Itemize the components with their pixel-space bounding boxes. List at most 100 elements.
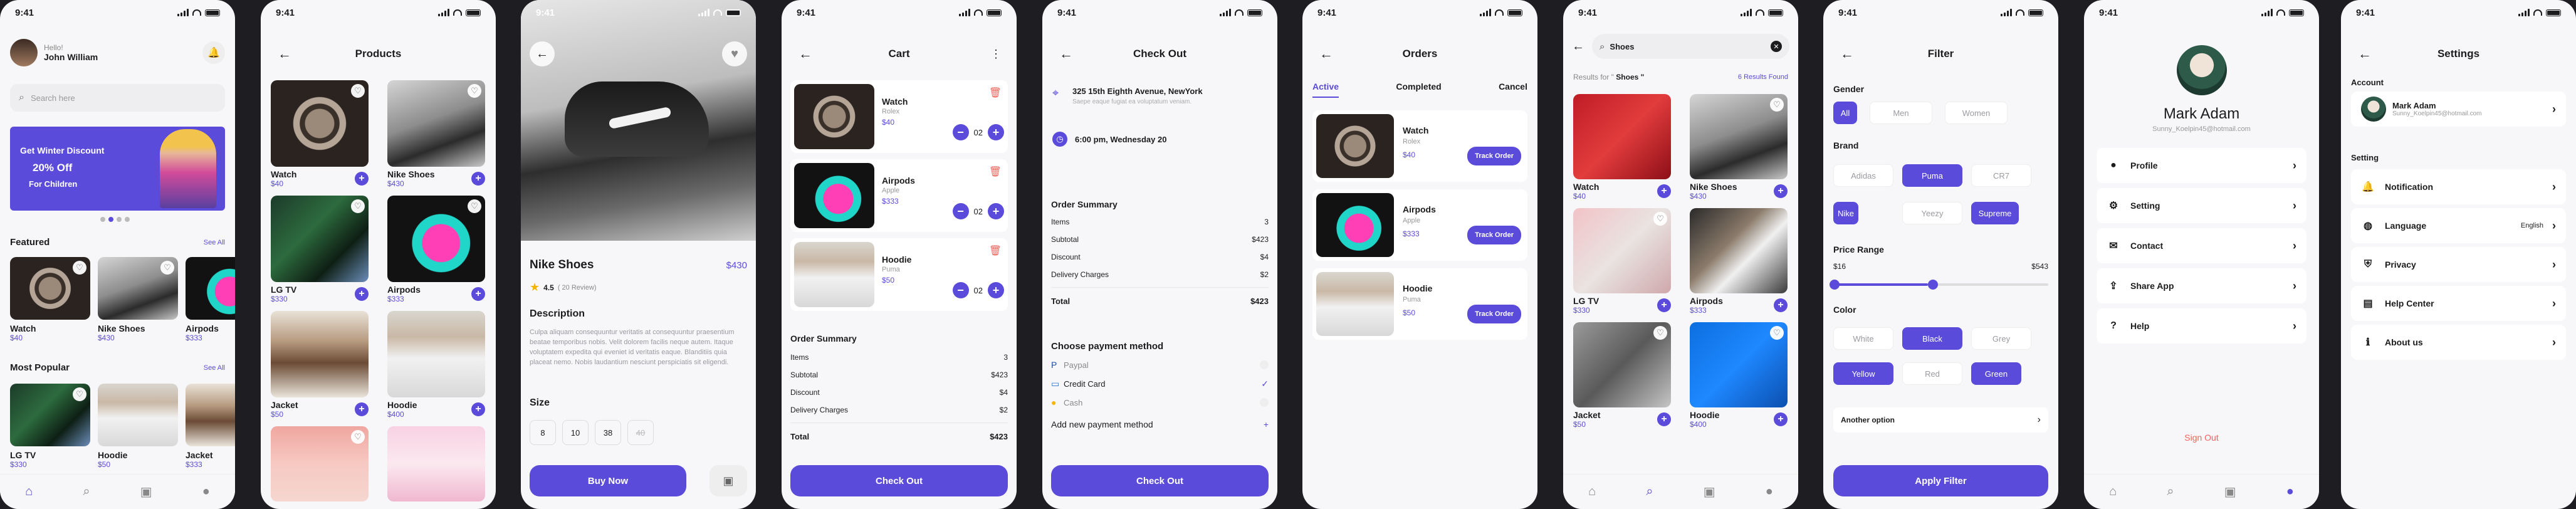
tab-completed[interactable]: Completed [1396,81,1441,100]
radio-unchecked[interactable] [1260,398,1269,407]
heart-icon[interactable]: ♡ [351,199,365,213]
menu-help[interactable]: ? Help › [2097,308,2306,344]
back-arrow-icon[interactable]: ← [1055,43,1077,65]
search-bar[interactable]: ⌕ Shoes ✕ [1592,34,1789,59]
back-arrow-icon[interactable]: ← [2353,43,2376,65]
track-order-button[interactable]: Track Order [1467,147,1521,165]
user-icon[interactable]: ● [2286,485,2294,499]
add-to-cart-button[interactable]: + [1774,184,1788,198]
gender-option[interactable]: All [1833,102,1857,124]
cart-item[interactable]: Hoodie Puma $50 🗑 − 02 + [790,238,1008,311]
setting-notification[interactable]: 🔔 Notification › [2351,169,2566,204]
color-option[interactable]: White [1833,327,1893,350]
back-arrow-icon[interactable]: ← [1836,43,1858,65]
back-arrow-icon[interactable]: ← [530,41,555,66]
search-icon[interactable]: ⌕ [1646,485,1653,499]
user-icon[interactable]: ● [202,485,210,499]
heart-icon[interactable]: ♡ [1770,98,1784,112]
promo-banner[interactable]: Get Winter Discount 20% Off For Children [10,127,225,211]
search-input[interactable]: Shoes [1610,42,1634,51]
product-card[interactable]: ♡ Jacket $50 + [1573,322,1671,429]
search-icon[interactable]: ⌕ [83,485,90,499]
brand-option[interactable]: CR7 [1971,164,2031,187]
add-to-cart-button[interactable]: + [355,172,369,186]
decrease-qty-button[interactable]: − [952,124,969,140]
brand-option[interactable]: Adidas [1833,164,1893,187]
color-option[interactable]: Black [1902,327,1962,350]
buy-now-button[interactable]: Buy Now [530,465,686,496]
popular-card[interactable]: ♡ LG TV $330 [10,384,90,469]
bag-icon[interactable]: ▣ [1704,484,1715,500]
back-arrow-icon[interactable]: ← [1572,39,1588,54]
add-to-cart-button[interactable]: + [1774,298,1788,312]
featured-card[interactable]: ♡ Nike Shoes $430 [98,257,178,342]
checkout-button[interactable]: Check Out [1051,465,1269,496]
setting-about-us[interactable]: ℹ About us › [2351,325,2566,360]
trash-icon[interactable]: 🗑 [989,165,1002,178]
search-icon[interactable]: ⌕ [2167,485,2174,499]
setting-help-center[interactable]: ▤ Help Center › [2351,286,2566,321]
order-item[interactable]: Airpods Apple $333 Track Order [1312,189,1527,261]
featured-card[interactable]: ♡ Watch $40 [10,257,90,342]
heart-icon[interactable]: ♡ [351,84,365,98]
setting-privacy[interactable]: ⛨ Privacy › [2351,247,2566,282]
brand-option[interactable]: Nike [1833,202,1858,224]
radio-unchecked[interactable] [1260,360,1269,369]
search-bar[interactable]: ⌕ Search here [10,84,225,112]
check-icon[interactable]: ✓ [1261,379,1269,389]
increase-qty-button[interactable]: + [988,282,1004,298]
home-icon[interactable]: ⌂ [25,485,33,499]
gender-option[interactable]: Women [1945,102,2008,124]
add-to-cart-button[interactable]: + [1657,184,1671,198]
checkout-button[interactable]: Check Out [790,465,1008,496]
heart-icon[interactable]: ♡ [73,387,86,401]
heart-icon[interactable]: ♡ [468,84,481,98]
add-to-cart-button[interactable]: + [1774,412,1788,426]
trash-icon[interactable]: 🗑 [989,244,1002,257]
cart-item[interactable]: Airpods Apple $333 🗑 − 02 + [790,159,1008,232]
favorite-heart-icon[interactable]: ♥ [722,41,747,66]
slider-min-handle[interactable] [1830,280,1840,290]
track-order-button[interactable]: Track Order [1467,226,1521,244]
product-card[interactable]: ♡ LG TV $330 + [1573,208,1671,315]
cart-bag-button[interactable]: ▣ [709,465,747,496]
bag-icon[interactable]: ▣ [2224,484,2236,500]
menu-contact[interactable]: ✉ Contact › [2097,228,2306,263]
add-to-cart-button[interactable]: + [355,402,369,416]
tab-cancel[interactable]: Cancel [1499,81,1527,100]
product-card[interactable]: ♡ LG TV $330 + [271,196,369,303]
heart-icon[interactable]: ♡ [1653,326,1667,340]
product-card[interactable]: ♡ Hoodie $400 + [1690,322,1788,429]
heart-icon[interactable]: ♡ [1770,326,1784,340]
menu-share-app[interactable]: ⇪ Share App › [2097,268,2306,303]
track-order-button[interactable]: Track Order [1467,305,1521,323]
size-option-unavailable[interactable]: 40 [627,420,654,445]
trash-icon[interactable]: 🗑 [989,87,1002,99]
increase-qty-button[interactable]: + [988,124,1004,140]
product-card[interactable]: Watch $40 + [1573,94,1671,201]
size-option[interactable]: 8 [530,420,556,445]
popular-card[interactable]: Jacket $333 [186,384,235,469]
heart-icon[interactable]: ♡ [160,261,174,275]
payment-option[interactable]: ● Cash [1051,393,1269,412]
featured-card[interactable]: Airpods $333 [186,257,235,342]
price-range-slider[interactable] [1830,280,2048,290]
another-option-row[interactable]: Another option › [1833,407,2048,433]
heart-icon[interactable]: ♡ [468,199,481,213]
back-arrow-icon[interactable]: ← [273,43,296,65]
setting-language[interactable]: ◍ Language English › [2351,208,2566,243]
back-arrow-icon[interactable]: ← [1315,43,1338,65]
add-to-cart-button[interactable]: + [471,287,485,301]
product-card[interactable]: ♡ Airpods $333 + [387,196,485,303]
brand-option[interactable]: Supreme [1971,202,2019,224]
product-card[interactable]: Airpods $333 + [1690,208,1788,315]
heart-icon[interactable]: ♡ [1653,212,1667,226]
product-card[interactable]: ♡ Nike Shoes $430 + [1690,94,1788,201]
brand-option[interactable]: Puma [1902,164,1962,187]
more-options-icon[interactable]: ⋮ [990,48,1002,61]
popular-see-all-link[interactable]: See All [204,364,225,372]
clear-search-icon[interactable]: ✕ [1771,41,1782,52]
size-option[interactable]: 10 [562,420,589,445]
popular-card[interactable]: Hoodie $50 [98,384,178,469]
color-option[interactable]: Yellow [1833,362,1893,385]
